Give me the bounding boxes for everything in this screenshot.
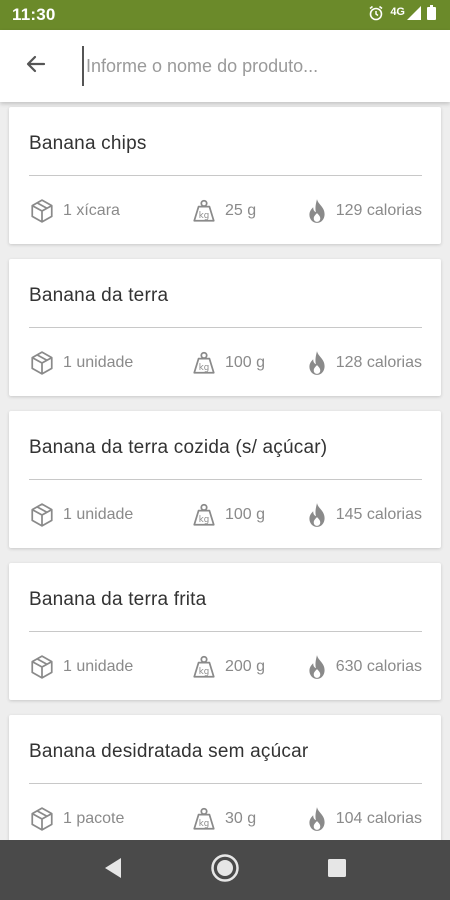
calories-text: 104 calorias <box>335 810 422 827</box>
product-name: Banana chips <box>29 133 147 154</box>
product-name: Banana da terra frita <box>29 589 207 610</box>
product-card[interactable]: Banana chips 1 xícara kg 25 g 129 calori… <box>9 107 441 244</box>
portion-text: 1 unidade <box>63 354 134 371</box>
product-list[interactable]: Banana chips 1 xícara kg 25 g 129 calori… <box>0 102 450 840</box>
product-info: 1 unidade kg 200 g 630 calorias <box>29 632 422 702</box>
network-type: 4G <box>390 6 405 18</box>
portion-info: 1 pacote <box>29 806 191 832</box>
calories-info: 104 calorias <box>296 806 422 832</box>
weight-text: 100 g <box>225 506 266 523</box>
weight-icon: kg <box>191 806 217 832</box>
svg-text:kg: kg <box>199 515 210 525</box>
portion-text: 1 unidade <box>63 658 134 675</box>
weight-info: kg 200 g <box>191 654 296 680</box>
battery-icon <box>427 5 436 25</box>
box-icon <box>29 654 55 680</box>
weight-info: kg 100 g <box>191 350 296 376</box>
calories-info: 128 calorias <box>296 350 422 376</box>
status-time: 11:30 <box>12 5 56 24</box>
weight-icon: kg <box>191 350 217 376</box>
signal-icon <box>407 5 421 25</box>
portion-info: 1 xícara <box>29 198 191 224</box>
triangle-back-icon <box>103 857 123 884</box>
search-input[interactable] <box>82 46 430 86</box>
svg-text:kg: kg <box>199 211 210 221</box>
flame-icon <box>306 806 328 832</box>
portion-info: 1 unidade <box>29 654 191 680</box>
calories-info: 145 calorias <box>296 502 422 528</box>
box-icon <box>29 198 55 224</box>
calories-text: 145 calorias <box>335 506 422 523</box>
flame-icon <box>306 198 328 224</box>
weight-info: kg 100 g <box>191 502 296 528</box>
weight-text: 25 g <box>225 202 257 219</box>
weight-icon: kg <box>191 198 217 224</box>
portion-info: 1 unidade <box>29 350 191 376</box>
product-card[interactable]: Banana da terra frita 1 unidade kg 200 g… <box>9 563 441 700</box>
product-name: Banana desidratada sem açúcar <box>29 741 309 762</box>
nav-home-button[interactable] <box>169 840 281 900</box>
product-info: 1 pacote kg 30 g 104 calorias <box>29 784 422 840</box>
search-header <box>0 30 450 102</box>
box-icon <box>29 806 55 832</box>
product-info: 1 unidade kg 100 g 128 calorias <box>29 328 422 398</box>
square-recents-icon <box>327 858 347 883</box>
weight-info: kg 25 g <box>191 198 296 224</box>
product-info: 1 unidade kg 100 g 145 calorias <box>29 480 422 550</box>
back-button[interactable] <box>0 30 72 102</box>
weight-info: kg 30 g <box>191 806 296 832</box>
weight-icon: kg <box>191 502 217 528</box>
calories-info: 129 calorias <box>296 198 422 224</box>
box-icon <box>29 502 55 528</box>
product-name: Banana da terra cozida (s/ açúcar) <box>29 437 328 458</box>
calories-text: 630 calorias <box>335 658 422 675</box>
weight-text: 30 g <box>225 810 257 827</box>
nav-back-button[interactable] <box>57 840 169 900</box>
circle-home-icon <box>210 853 240 888</box>
svg-text:kg: kg <box>199 363 210 373</box>
product-name: Banana da terra <box>29 285 169 306</box>
flame-icon <box>306 350 328 376</box>
portion-info: 1 unidade <box>29 502 191 528</box>
weight-text: 100 g <box>225 354 266 371</box>
box-icon <box>29 350 55 376</box>
alarm-icon <box>368 5 384 26</box>
arrow-left-icon <box>24 52 48 81</box>
status-icons: 4G <box>368 5 436 26</box>
weight-text: 200 g <box>225 658 266 675</box>
product-card[interactable]: Banana da terra 1 unidade kg 100 g 128 c… <box>9 259 441 396</box>
product-card[interactable]: Banana desidratada sem açúcar 1 pacote k… <box>9 715 441 840</box>
portion-text: 1 pacote <box>63 810 125 827</box>
flame-icon <box>306 502 328 528</box>
weight-icon: kg <box>191 654 217 680</box>
svg-text:kg: kg <box>199 819 210 829</box>
calories-text: 129 calorias <box>335 202 422 219</box>
portion-text: 1 unidade <box>63 506 134 523</box>
product-info: 1 xícara kg 25 g 129 calorias <box>29 176 422 246</box>
product-card[interactable]: Banana da terra cozida (s/ açúcar) 1 uni… <box>9 411 441 548</box>
portion-text: 1 xícara <box>63 202 120 219</box>
svg-text:kg: kg <box>199 667 210 677</box>
navigation-bar <box>0 840 450 900</box>
calories-text: 128 calorias <box>335 354 422 371</box>
flame-icon <box>306 654 328 680</box>
calories-info: 630 calorias <box>296 654 422 680</box>
nav-recents-button[interactable] <box>281 840 393 900</box>
status-bar: 11:30 4G <box>0 0 450 30</box>
